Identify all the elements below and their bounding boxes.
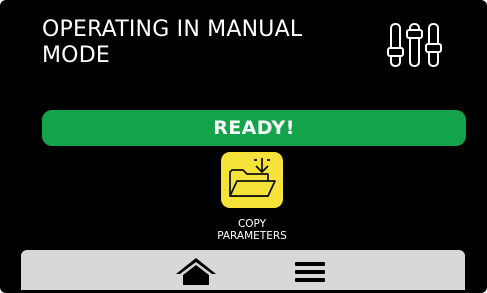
copy-parameters-button[interactable] bbox=[221, 152, 283, 208]
status-banner: READY! bbox=[42, 110, 466, 146]
home-icon[interactable] bbox=[175, 256, 217, 286]
page-title: OPERATING IN MANUAL MODE bbox=[42, 17, 303, 68]
bottom-navigation-bar bbox=[21, 250, 465, 290]
device-screen: OPERATING IN MANUAL MODE READY! COPY PAR… bbox=[0, 0, 487, 293]
hamburger-menu-icon[interactable] bbox=[293, 261, 327, 283]
copy-parameters-label: COPY PARAMETERS bbox=[217, 218, 287, 242]
folder-download-icon bbox=[229, 158, 276, 197]
status-text: READY! bbox=[213, 117, 295, 139]
sliders-icon[interactable] bbox=[386, 20, 450, 70]
